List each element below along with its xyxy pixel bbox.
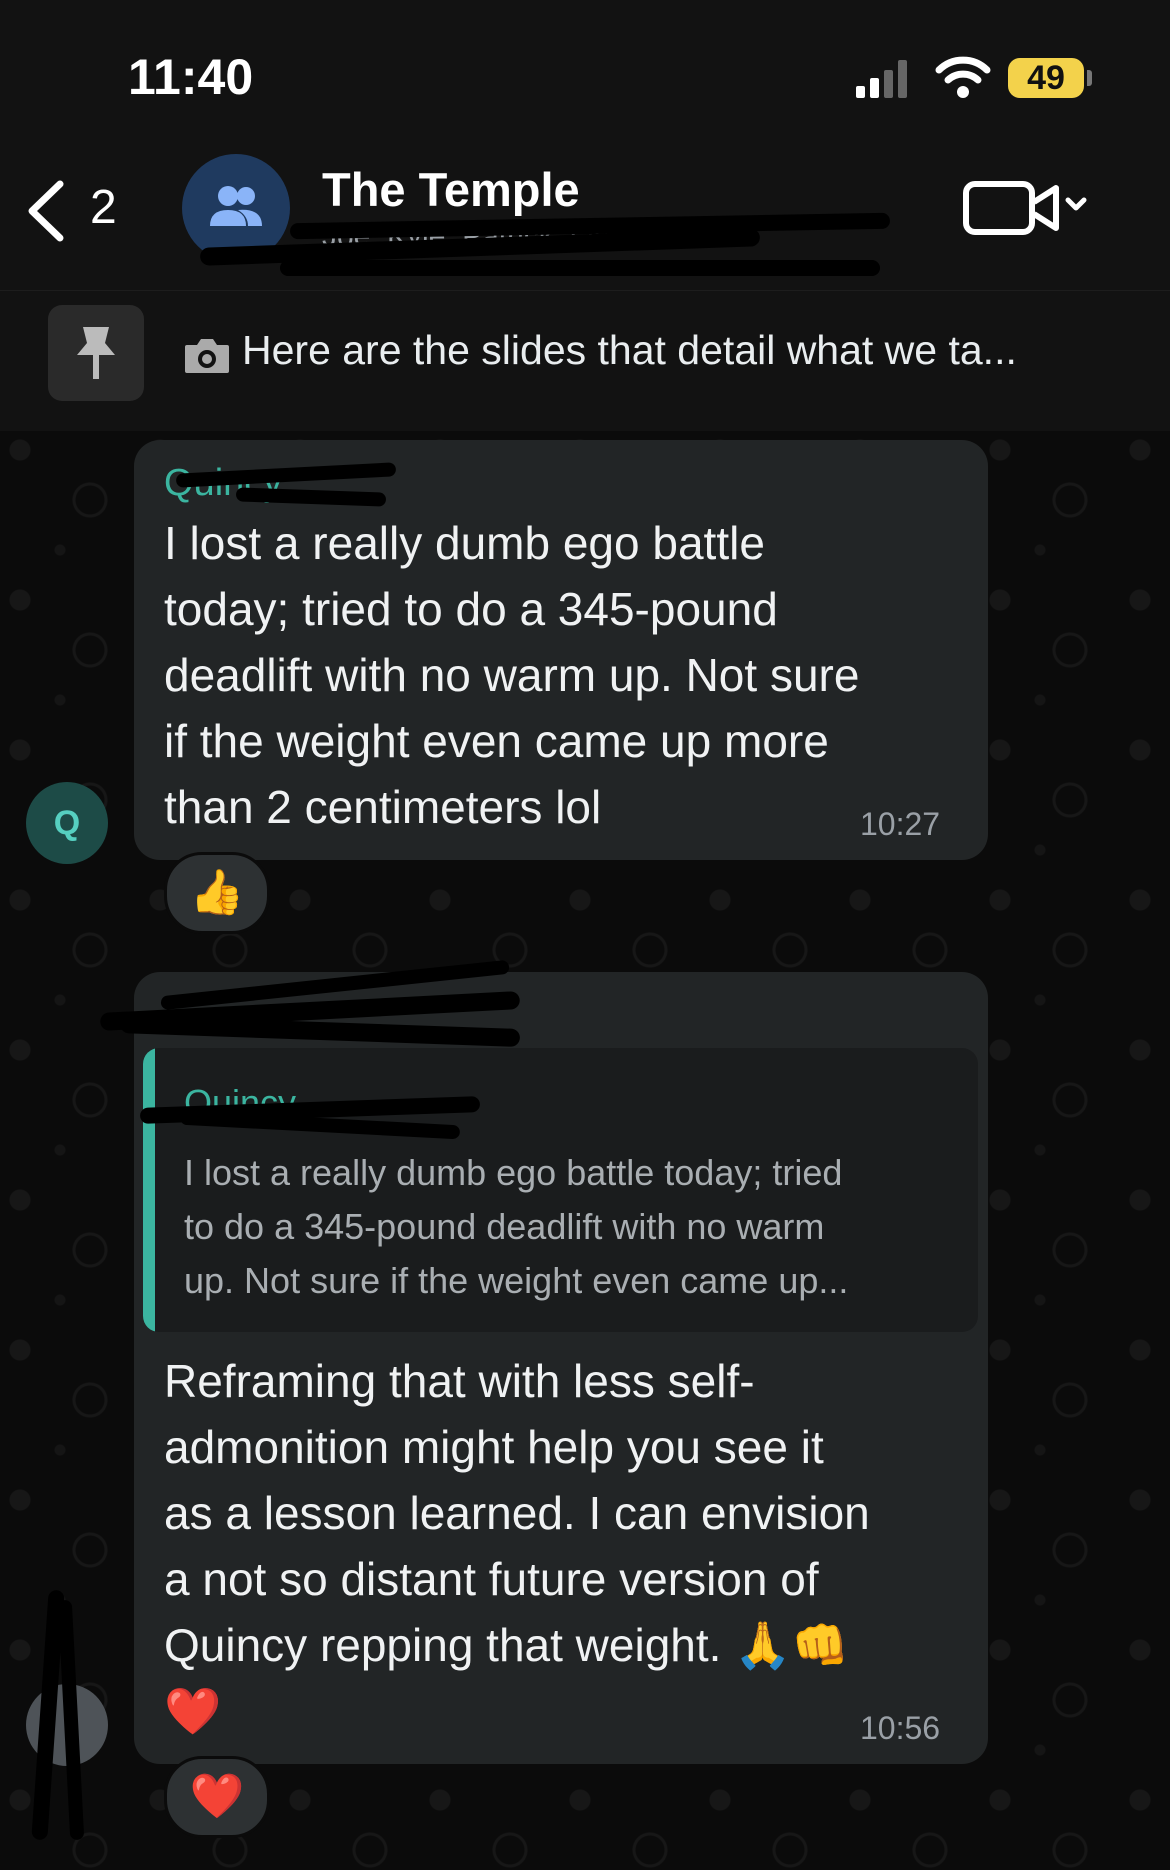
message-line: a not so distant future version of	[164, 1553, 819, 1605]
message-timestamp: 10:56	[860, 1710, 941, 1746]
chat-title[interactable]: The Temple	[322, 162, 580, 217]
sender-avatar[interactable]: Q	[26, 782, 108, 864]
quoted-line: I lost a really dumb ego battle today; t…	[184, 1152, 843, 1193]
back-unread-count[interactable]: 2	[90, 180, 117, 235]
pin-icon	[77, 327, 115, 379]
redaction-scribble	[280, 260, 880, 276]
quoted-line: to do a 345-pound deadlift with no warm	[184, 1206, 825, 1247]
message-reaction[interactable]: ❤️	[164, 1756, 270, 1838]
cellular-signal-icon	[856, 58, 914, 98]
message-line: if the weight even came up more	[164, 715, 829, 767]
message-line: today; tried to do a 345-pound	[164, 583, 778, 635]
message-bubble[interactable]: Quincy I lost a really dumb ego battle t…	[134, 440, 988, 860]
battery-indicator: 49	[1008, 58, 1084, 98]
quote-accent-bar	[143, 1048, 155, 1332]
message-text: Reframing that with less self- admonitio…	[164, 1348, 964, 1744]
quoted-text: I lost a really dumb ego battle today; t…	[184, 1146, 954, 1308]
message-text: I lost a really dumb ego battle today; t…	[164, 510, 964, 840]
video-call-icon[interactable]	[962, 172, 1092, 242]
message-line: deadlift with no warm up. Not sure	[164, 649, 860, 701]
message-line: than 2 centimeters lol	[164, 781, 602, 833]
message-line: admonition might help you see it	[164, 1421, 824, 1473]
status-time: 11:40	[128, 49, 254, 105]
pinned-message-bar[interactable]: Here are the slides that detail what we …	[0, 290, 1170, 431]
quoted-message[interactable]: Quincy I lost a really dumb ego battle t…	[143, 1048, 978, 1332]
pinned-message-text[interactable]: Here are the slides that detail what we …	[242, 327, 1017, 374]
message-line: as a lesson learned. I can envision	[164, 1487, 870, 1539]
wifi-icon	[935, 56, 991, 98]
message-timestamp: 10:27	[860, 806, 941, 842]
back-chevron-icon[interactable]	[20, 176, 70, 246]
quoted-line: up. Not sure if the weight even came up.…	[184, 1260, 849, 1301]
camera-icon	[185, 339, 229, 373]
message-line: ❤️	[164, 1685, 222, 1737]
group-people-icon	[210, 186, 262, 226]
chat-header: 2 The Temple Joe, Kyle, Patrick, Qui...	[0, 150, 1170, 290]
message-line: I lost a really dumb ego battle	[164, 517, 765, 569]
pin-icon-box	[48, 305, 144, 401]
message-reaction[interactable]: 👍	[164, 852, 270, 934]
status-bar: 11:40 49	[0, 0, 1170, 150]
battery-nub	[1087, 70, 1092, 86]
message-line: Reframing that with less self-	[164, 1355, 755, 1407]
message-line: Quincy repping that weight. 🙏👊	[164, 1619, 849, 1671]
